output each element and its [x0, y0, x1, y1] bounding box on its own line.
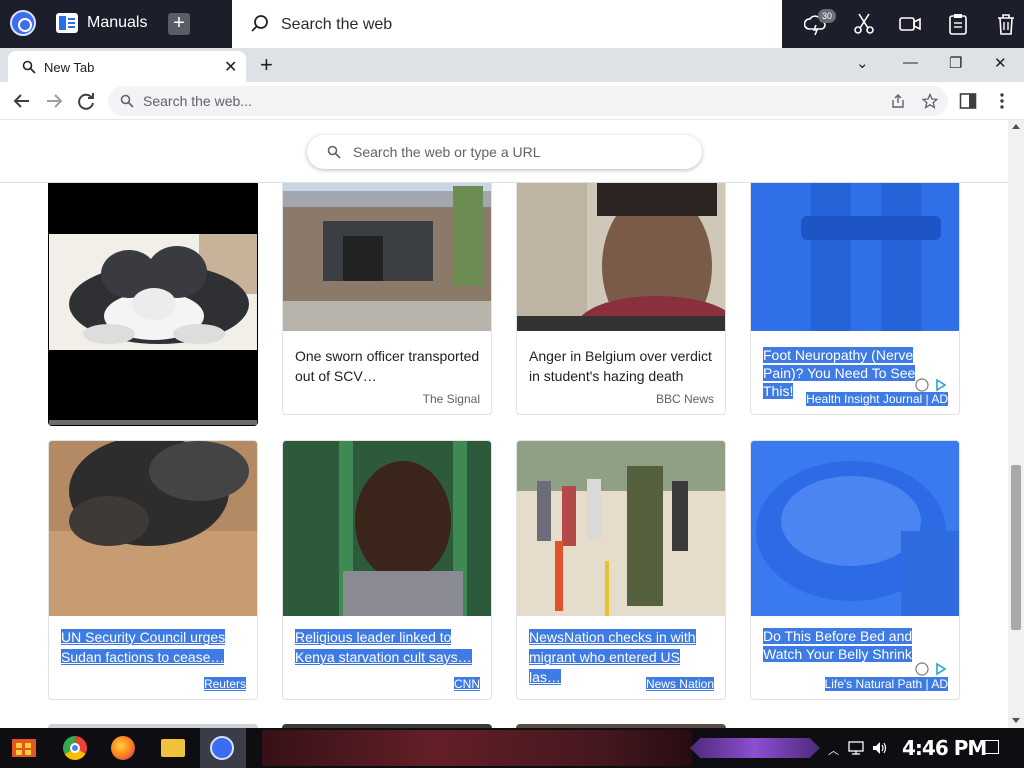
search-icon — [120, 94, 134, 108]
manuals-label[interactable]: Manuals — [87, 14, 147, 32]
legs-ad-image — [751, 176, 959, 331]
man-portrait-image — [283, 441, 491, 616]
ad-card[interactable]: Foot Neuropathy (Nerve Pain)? You Need T… — [750, 175, 960, 415]
reload-icon[interactable] — [75, 90, 97, 112]
app-logo-icon[interactable] — [10, 10, 36, 36]
news-source: The Signal — [422, 392, 480, 406]
share-icon[interactable] — [890, 93, 906, 109]
tab-title: New Tab — [44, 60, 95, 75]
news-title[interactable]: Anger in Belgium over verdict in student… — [529, 346, 715, 386]
top-toolbar: Manuals + Search the web 30 — [0, 0, 1024, 48]
add-icon[interactable]: + — [168, 13, 190, 35]
search-icon — [22, 60, 36, 74]
close-icon[interactable]: ✕ — [224, 57, 237, 77]
smoke-city-image — [49, 441, 257, 616]
new-tab-page: Search the web or type a URL One sworn o… — [0, 120, 1024, 728]
scrollbar[interactable] — [1008, 120, 1024, 728]
address-placeholder: Search the web... — [143, 93, 252, 109]
volume-icon[interactable] — [872, 741, 888, 755]
scissors-icon[interactable] — [852, 12, 876, 36]
side-panel-icon[interactable] — [959, 92, 977, 110]
top-search-box[interactable]: Search the web — [232, 0, 782, 48]
news-source: News Nation — [645, 677, 714, 691]
video-icon[interactable] — [898, 12, 922, 36]
taskbar-decoration — [690, 738, 820, 758]
ad-source: Health Insight Journal | AD — [806, 392, 948, 406]
manuals-icon[interactable] — [56, 13, 78, 33]
close-window-icon[interactable]: ✕ — [994, 54, 1007, 72]
scroll-down-arrow-icon[interactable] — [1012, 718, 1020, 723]
firefox-icon[interactable] — [111, 736, 135, 760]
ad-choices-icon[interactable] — [915, 662, 947, 676]
page-search-placeholder: Search the web or type a URL — [353, 144, 541, 160]
start-icon[interactable] — [10, 735, 38, 761]
chevron-up-icon[interactable]: ︿ — [828, 742, 839, 758]
news-title[interactable]: Religious leader linked to Kenya starvat… — [295, 627, 481, 667]
video-progress-bar — [49, 420, 257, 425]
page-search-input[interactable]: Search the web or type a URL — [307, 135, 702, 169]
news-title[interactable]: UN Security Council urges Sudan factions… — [61, 627, 247, 667]
news-title[interactable]: One sworn officer transported out of SCV… — [295, 346, 481, 386]
ad-source: Life's Natural Path | AD — [824, 677, 948, 691]
scrollbar-thumb[interactable] — [1011, 465, 1021, 630]
tab-new-tab[interactable]: New Tab ✕ — [8, 51, 246, 82]
forward-arrow-icon[interactable] — [43, 90, 65, 112]
news-card[interactable]: NewsNation checks in with migrant who en… — [516, 440, 726, 700]
restore-icon[interactable]: ❐ — [949, 54, 962, 72]
border-crowd-image — [517, 441, 725, 616]
chevron-down-icon[interactable]: ⌄ — [856, 54, 869, 72]
menu-dots-icon[interactable] — [994, 92, 1010, 110]
news-card[interactable]: Anger in Belgium over verdict in student… — [516, 175, 726, 415]
taskbar: ︿ 4:46 PM — [0, 728, 1024, 768]
news-card[interactable]: Religious leader linked to Kenya starvat… — [282, 440, 492, 700]
tab-strip: New Tab ✕ + ⌄ — ❐ ✕ — [0, 48, 1024, 82]
network-icon[interactable] — [848, 741, 864, 755]
news-source: Reuters — [203, 677, 246, 691]
news-card[interactable]: UN Security Council urges Sudan factions… — [48, 440, 258, 700]
navigation-bar: Search the web... — [0, 82, 1024, 120]
news-card[interactable] — [48, 175, 258, 426]
notification-icon[interactable] — [983, 740, 999, 754]
chrome-icon[interactable] — [63, 736, 87, 760]
ad-card[interactable]: Do This Before Bed and Watch Your Belly … — [750, 440, 960, 700]
bowl-ad-image — [751, 441, 959, 616]
top-search-placeholder: Search the web — [281, 16, 393, 33]
trash-icon[interactable] — [994, 12, 1018, 36]
page-header: Search the web or type a URL — [0, 120, 1008, 183]
search-icon — [251, 15, 268, 32]
ad-title[interactable]: Do This Before Bed and Watch Your Belly … — [763, 627, 949, 663]
back-arrow-icon[interactable] — [11, 90, 33, 112]
address-bar[interactable]: Search the web... — [108, 86, 948, 116]
minimize-icon[interactable]: — — [903, 54, 918, 71]
search-icon — [327, 145, 341, 159]
clipboard-icon[interactable] — [946, 12, 970, 36]
news-card[interactable]: One sworn officer transported out of SCV… — [282, 175, 492, 415]
clock[interactable]: 4:46 PM — [902, 736, 987, 760]
mural-image — [517, 176, 725, 331]
news-source: BBC News — [655, 392, 714, 406]
husky-puppy-image — [49, 234, 257, 350]
new-tab-button[interactable]: + — [260, 52, 273, 78]
news-source: CNN — [454, 677, 480, 691]
star-icon[interactable] — [922, 93, 938, 109]
ad-choices-icon[interactable] — [915, 378, 947, 392]
taskbar-decoration — [262, 730, 692, 766]
scroll-up-arrow-icon[interactable] — [1012, 124, 1020, 129]
building-image — [283, 176, 491, 331]
app-logo-icon[interactable] — [210, 736, 234, 760]
badge-count: 30 — [818, 9, 836, 23]
file-explorer-icon[interactable] — [161, 739, 185, 757]
